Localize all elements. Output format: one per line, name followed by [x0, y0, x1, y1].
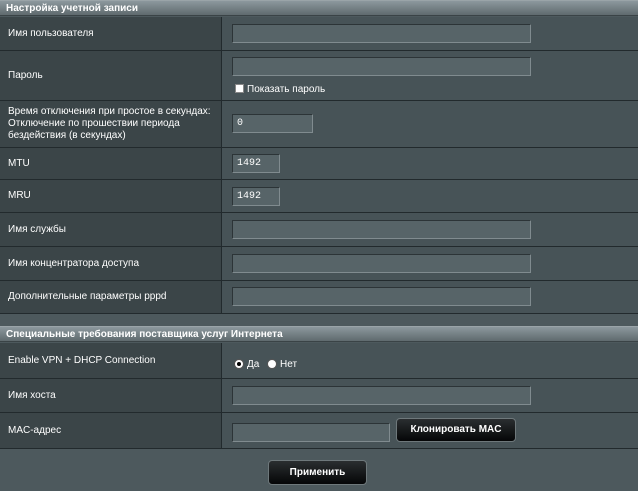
- vpn-dhcp-no-label: Нет: [280, 359, 298, 370]
- access-concentrator-input[interactable]: [232, 254, 531, 273]
- vpn-dhcp-yes-label: Да: [247, 359, 260, 370]
- idle-timeout-label: Время отключения при простое в секундах:…: [0, 101, 222, 147]
- mtu-label: MTU: [0, 148, 222, 179]
- mtu-input[interactable]: [232, 154, 280, 173]
- show-password-label: Показать пароль: [247, 84, 326, 95]
- show-password-checkbox[interactable]: [235, 84, 244, 93]
- username-input[interactable]: [232, 24, 531, 43]
- vpn-dhcp-yes-radio[interactable]: [234, 359, 244, 369]
- access-concentrator-row: Имя концентратора доступа: [0, 247, 638, 281]
- service-name-label: Имя службы: [0, 213, 222, 246]
- pppd-options-row: Дополнительные параметры pppd: [0, 281, 638, 314]
- service-name-input[interactable]: [232, 220, 531, 239]
- service-name-row: Имя службы: [0, 213, 638, 247]
- account-section-header: Настройка учетной записи: [0, 0, 638, 16]
- hostname-row: Имя хоста: [0, 379, 638, 413]
- access-concentrator-label: Имя концентратора доступа: [0, 247, 222, 280]
- wan-settings-panel: Настройка учетной записи Имя пользовател…: [0, 0, 638, 491]
- pppd-options-label: Дополнительные параметры pppd: [0, 281, 222, 313]
- username-row: Имя пользователя: [0, 17, 638, 51]
- mru-input[interactable]: [232, 187, 280, 206]
- username-label: Имя пользователя: [0, 17, 222, 50]
- vpn-dhcp-label: Enable VPN + DHCP Connection: [0, 343, 222, 378]
- password-label: Пароль: [0, 51, 222, 100]
- mac-address-label: MAC-адрес: [0, 413, 222, 448]
- password-input[interactable]: [232, 57, 531, 76]
- mru-row: MRU: [0, 180, 638, 213]
- mtu-row: MTU: [0, 148, 638, 180]
- hostname-input[interactable]: [232, 386, 531, 405]
- pppd-options-input[interactable]: [232, 287, 531, 306]
- mru-label: MRU: [0, 180, 222, 212]
- vpn-dhcp-row: Enable VPN + DHCP Connection Да Нет: [0, 343, 638, 379]
- isp-section-header: Специальные требования поставщика услуг …: [0, 326, 638, 342]
- hostname-label: Имя хоста: [0, 379, 222, 412]
- mac-address-row: MAC-адрес Клонировать MAC: [0, 413, 638, 449]
- clone-mac-button[interactable]: Клонировать MAC: [396, 418, 516, 442]
- idle-timeout-row: Время отключения при простое в секундах:…: [0, 101, 638, 148]
- password-row: Пароль Показать пароль: [0, 51, 638, 101]
- vpn-dhcp-no-radio[interactable]: [267, 359, 277, 369]
- apply-button[interactable]: Применить: [268, 460, 367, 485]
- idle-timeout-input[interactable]: [232, 114, 313, 133]
- mac-address-input[interactable]: [232, 423, 390, 442]
